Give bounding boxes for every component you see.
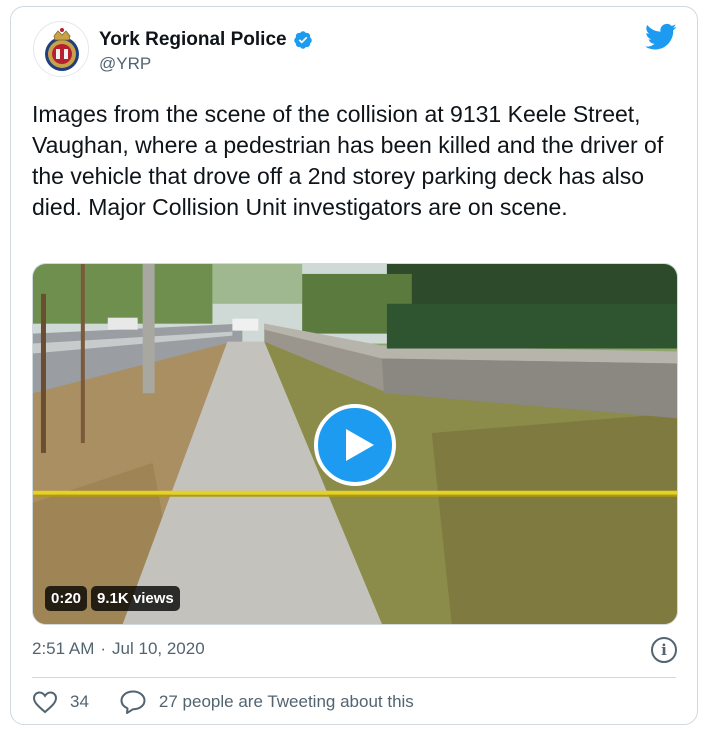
play-icon	[346, 429, 374, 461]
author-handle[interactable]: @YRP	[99, 54, 151, 74]
conversation-text[interactable]: 27 people are Tweeting about this	[159, 692, 414, 712]
divider	[32, 677, 676, 678]
video-duration: 0:20	[45, 586, 88, 611]
engagement-bar: 34 27 people are Tweeting about this	[32, 689, 414, 715]
timestamp-separator: ·	[100, 639, 107, 658]
author-name[interactable]: York Regional Police	[99, 29, 287, 51]
video-player[interactable]: 0:20 9.1K views	[32, 263, 678, 625]
like-count: 34	[70, 692, 89, 711]
info-icon[interactable]: i	[651, 637, 677, 663]
conversation-link[interactable]: 27 people are Tweeting about this	[119, 689, 414, 715]
twitter-bird-icon[interactable]	[645, 23, 677, 51]
like-button[interactable]: 34	[32, 690, 89, 714]
tweet-date[interactable]: Jul 10, 2020	[112, 639, 205, 659]
author-name-row[interactable]: York Regional Police	[99, 29, 313, 51]
avatar[interactable]	[33, 21, 89, 77]
verified-badge-icon	[293, 31, 312, 49]
video-views: 9.1K views	[91, 586, 180, 611]
speech-bubble-icon	[120, 690, 146, 714]
tweet-text: Images from the scene of the collision a…	[32, 101, 664, 220]
police-badge-icon	[35, 23, 88, 76]
play-button[interactable]	[314, 404, 396, 486]
tweet-time[interactable]: 2:51 AM	[32, 639, 94, 659]
heart-icon	[32, 691, 58, 714]
video-badges: 0:20 9.1K views	[45, 586, 180, 611]
tweet-timestamp[interactable]: 2:51 AM · Jul 10, 2020	[32, 639, 205, 659]
tweet-card[interactable]: York Regional Police @YRP Images from th…	[10, 6, 698, 725]
